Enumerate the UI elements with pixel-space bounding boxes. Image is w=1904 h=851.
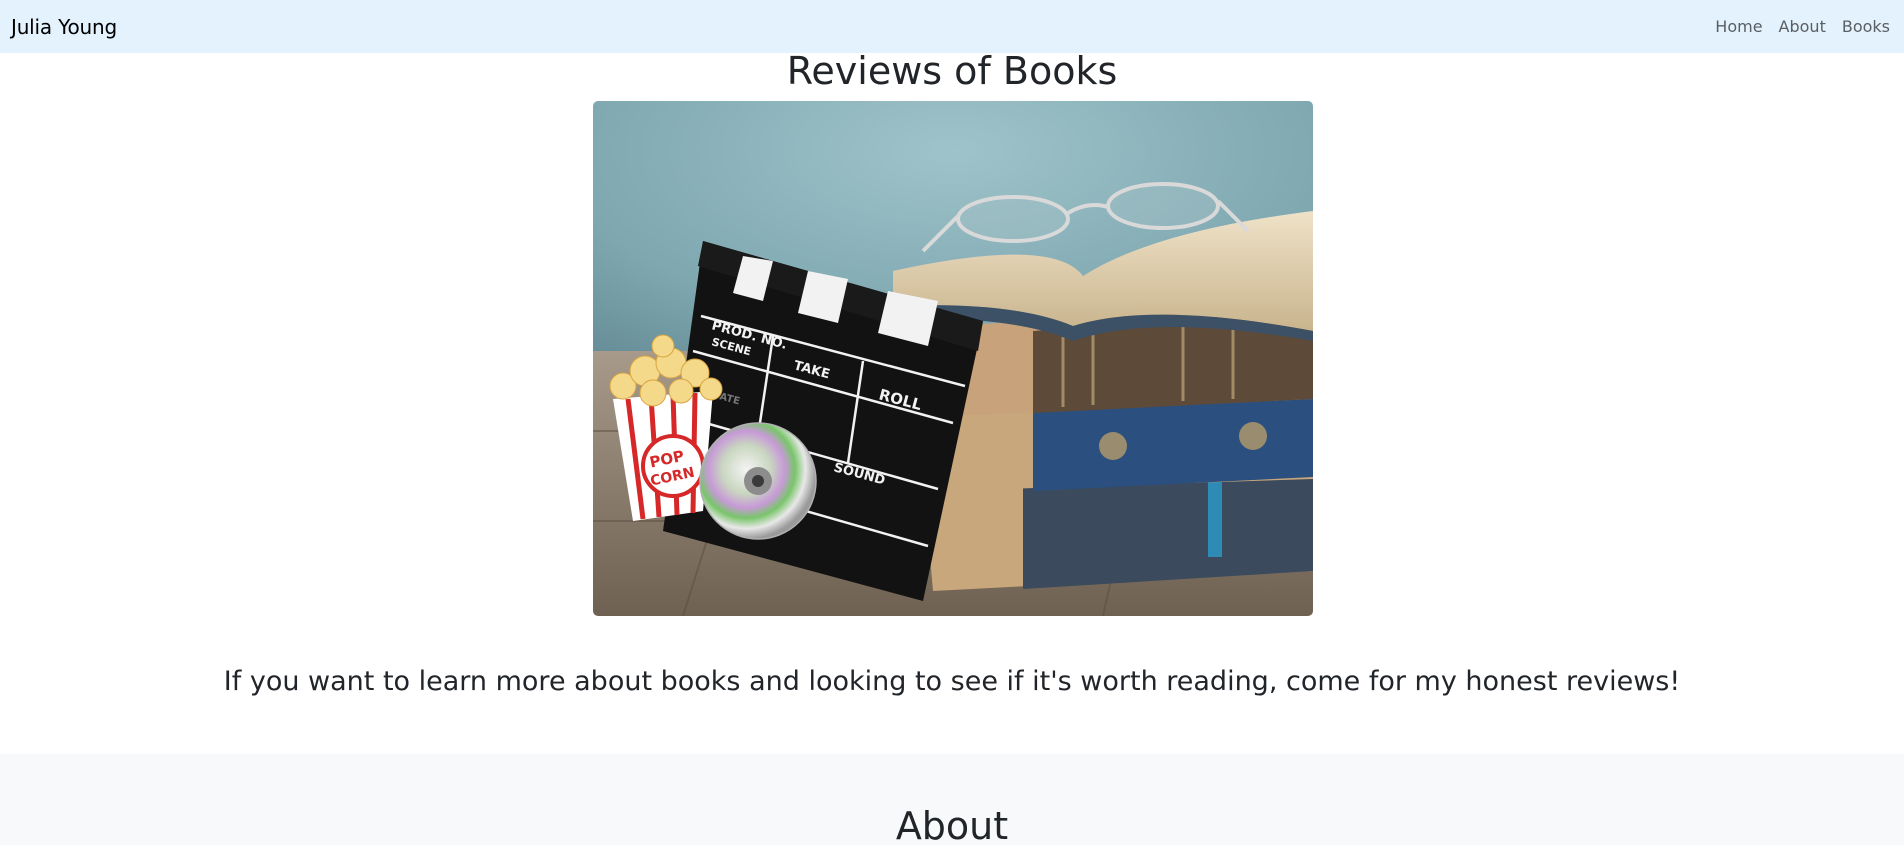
nav-link-home[interactable]: Home: [1707, 17, 1770, 36]
hero-image: PROD. NO. SCENE TAKE ROLL SOUND DATE POP…: [593, 101, 1313, 616]
about-heading: About: [895, 804, 1009, 848]
disc: [699, 422, 817, 540]
about-section: About: [0, 754, 1904, 848]
brand-link[interactable]: Julia Young: [11, 15, 117, 39]
nav-link-books[interactable]: Books: [1834, 17, 1890, 36]
page-title: Reviews of Books: [786, 49, 1118, 93]
nav-link-about[interactable]: About: [1771, 17, 1834, 36]
nav-links: Home About Books: [1707, 17, 1890, 36]
books-clapperboard-popcorn-image: PROD. NO. SCENE TAKE ROLL SOUND DATE POP…: [593, 101, 1313, 616]
hero-tagline: If you want to learn more about books an…: [223, 666, 1681, 697]
